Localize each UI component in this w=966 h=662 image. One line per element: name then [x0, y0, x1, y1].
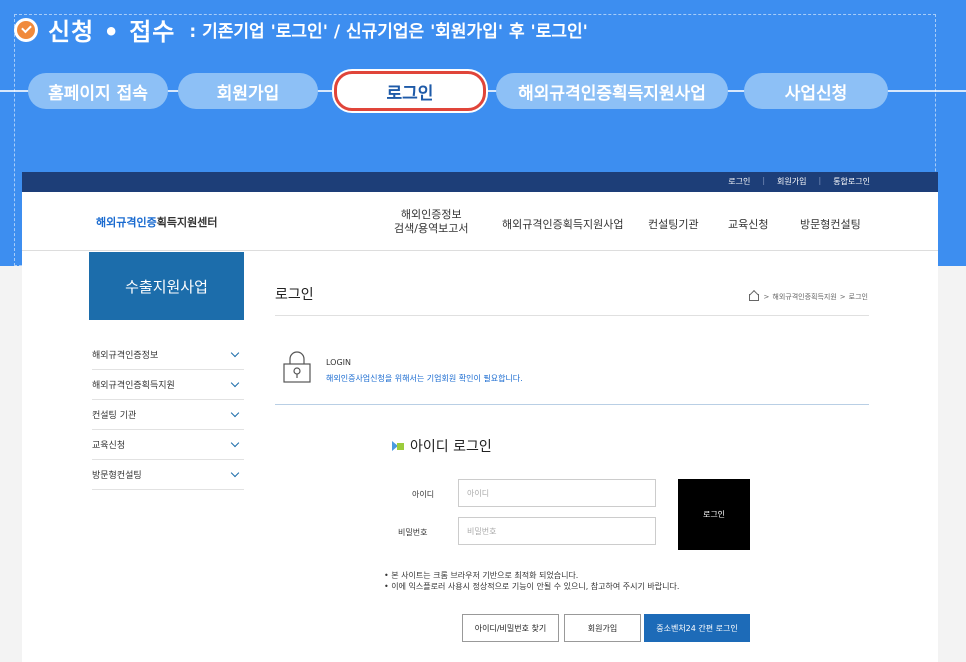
chevron-down-icon [230, 378, 240, 388]
nav-support-program[interactable]: 해외규격인증획득지원사업 [502, 216, 623, 232]
nav-visit-consulting[interactable]: 방문형컨설팅 [800, 216, 861, 232]
top-signup-link[interactable]: 회원가입 [777, 176, 806, 187]
site-logo[interactable]: 해외규격인증획득지원센터 [96, 214, 217, 230]
sidebar-item-consulting[interactable]: 컨설팅 기관 [92, 400, 244, 430]
guide-subtitle: : 기존기업 '로그인' / 신규기업은 '회원가입' 후 '로그인' [189, 22, 588, 42]
sme24-login-button[interactable]: 중소벤처24 간편 로그인 [644, 614, 750, 642]
step-support-program: 해외규격인증획득지원사업 [496, 73, 728, 109]
breadcrumb: > 해외규격인증획득지원 > 로그인 [748, 292, 868, 302]
step-apply: 사업신청 [744, 73, 888, 109]
browser-notes: • 본 사이트는 크롬 브라우저 기반으로 최적화 되었습니다. • 이에 익스… [384, 570, 679, 592]
step-homepage: 홈페이지 접속 [28, 73, 168, 109]
check-icon [14, 17, 38, 42]
guide-title: 신청 • 접수 [48, 18, 176, 46]
find-id-password-button[interactable]: 아이디/비밀번호 찾기 [462, 614, 559, 642]
divider: | [818, 176, 822, 185]
top-login-link[interactable]: 로그인 [728, 176, 750, 187]
password-input[interactable]: 비밀번호 [458, 517, 656, 545]
breadcrumb-item[interactable]: 해외규격인증획득지원 [772, 292, 836, 302]
breadcrumb-arrow: > [839, 293, 846, 301]
home-icon[interactable] [748, 293, 759, 301]
id-login-title: 아이디 로그인 [392, 436, 492, 456]
sidebar-item-cert-support[interactable]: 해외규격인증획득지원 [92, 370, 244, 400]
divider: | [762, 176, 766, 185]
nav-consulting[interactable]: 컨설팅기관 [648, 216, 699, 232]
signup-button[interactable]: 회원가입 [564, 614, 641, 642]
step-login: 로그인 [334, 71, 486, 111]
password-label: 비밀번호 [398, 528, 428, 537]
login-button[interactable]: 로그인 [678, 479, 750, 550]
breadcrumb-item: 로그인 [848, 293, 868, 301]
chevron-down-icon [230, 408, 240, 418]
nav-cert-info[interactable]: 해외인증정보 검색/용역보고서 [394, 208, 469, 236]
top-integrated-login-link[interactable]: 통합로그인 [833, 176, 870, 187]
sidebar-item-education[interactable]: 교육신청 [92, 430, 244, 460]
login-heading: LOGIN [326, 358, 352, 367]
nav-education[interactable]: 교육신청 [728, 216, 768, 232]
id-login-icon [392, 440, 404, 452]
sidebar-item-cert-info[interactable]: 해외규격인증정보 [92, 340, 244, 370]
chevron-down-icon [230, 438, 240, 448]
guide-title-row: 신청 • 접수 : 기존기업 '로그인' / 신규기업은 '회원가입' 후 '로… [14, 12, 588, 47]
divider [275, 315, 869, 316]
site-screenshot: 로그인 | 회원가입 | 통합로그인 해외규격인증획득지원센터 해외인증정보 검색… [22, 172, 938, 662]
page-title: 로그인 [275, 287, 314, 303]
id-input[interactable]: 아이디 [458, 479, 656, 507]
note-line: • 이에 익스플로러 사용시 정상적으로 기능이 안될 수 있으니, 참고하여 … [384, 582, 680, 591]
chevron-down-icon [230, 468, 240, 478]
divider [275, 404, 869, 405]
sidebar-title: 수출지원사업 [89, 252, 244, 320]
sidebar-item-visit[interactable]: 방문형컨설팅 [92, 460, 244, 490]
lock-icon [282, 350, 312, 388]
step-signup: 회원가입 [178, 73, 318, 109]
site-header: 해외규격인증획득지원센터 해외인증정보 검색/용역보고서 해외규격인증획득지원사업… [22, 192, 938, 251]
note-line: • 본 사이트는 크롬 브라우저 기반으로 최적화 되었습니다. [384, 571, 579, 580]
login-description: 해외인증사업신청을 위해서는 기업회원 확인이 필요합니다. [326, 374, 523, 383]
top-utility-bar: 로그인 | 회원가입 | 통합로그인 [22, 172, 938, 192]
breadcrumb-arrow: > [763, 293, 770, 301]
id-label: 아이디 [412, 490, 435, 499]
chevron-down-icon [230, 348, 240, 358]
